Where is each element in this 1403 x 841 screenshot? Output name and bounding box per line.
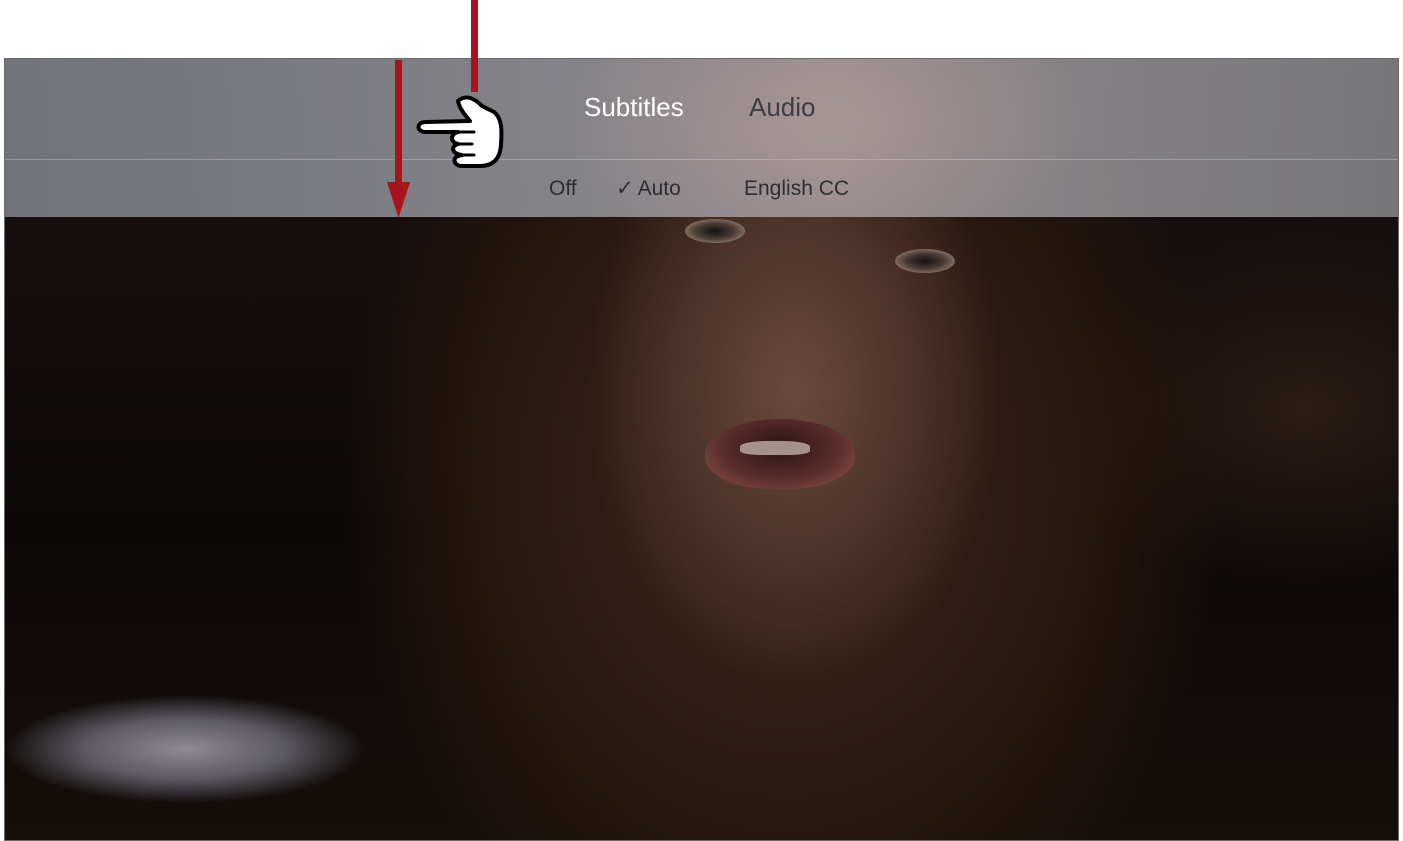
tab-subtitles[interactable]: Subtitles bbox=[584, 89, 684, 125]
subtitle-option-english-cc[interactable]: English CC bbox=[744, 175, 849, 203]
video-detail-teeth bbox=[740, 441, 810, 455]
checkmark-icon: ✓ bbox=[616, 177, 634, 200]
subtitle-option-auto[interactable]: ✓ Auto bbox=[616, 175, 681, 203]
tab-audio[interactable]: Audio bbox=[749, 89, 816, 125]
tv-screen: Subtitles Audio Off ✓ Auto English CC bbox=[4, 58, 1399, 841]
subtitle-option-off-label: Off bbox=[549, 177, 577, 200]
subtitles-audio-menu: Subtitles Audio Off ✓ Auto English CC bbox=[5, 59, 1398, 217]
subtitle-option-english-cc-label: English CC bbox=[744, 177, 850, 200]
menu-divider bbox=[5, 159, 1398, 160]
subtitle-option-auto-label: Auto bbox=[637, 177, 681, 200]
subtitle-option-off[interactable]: Off bbox=[549, 175, 577, 203]
video-detail-eye-right bbox=[895, 249, 955, 273]
video-detail-eye-left bbox=[685, 219, 745, 243]
